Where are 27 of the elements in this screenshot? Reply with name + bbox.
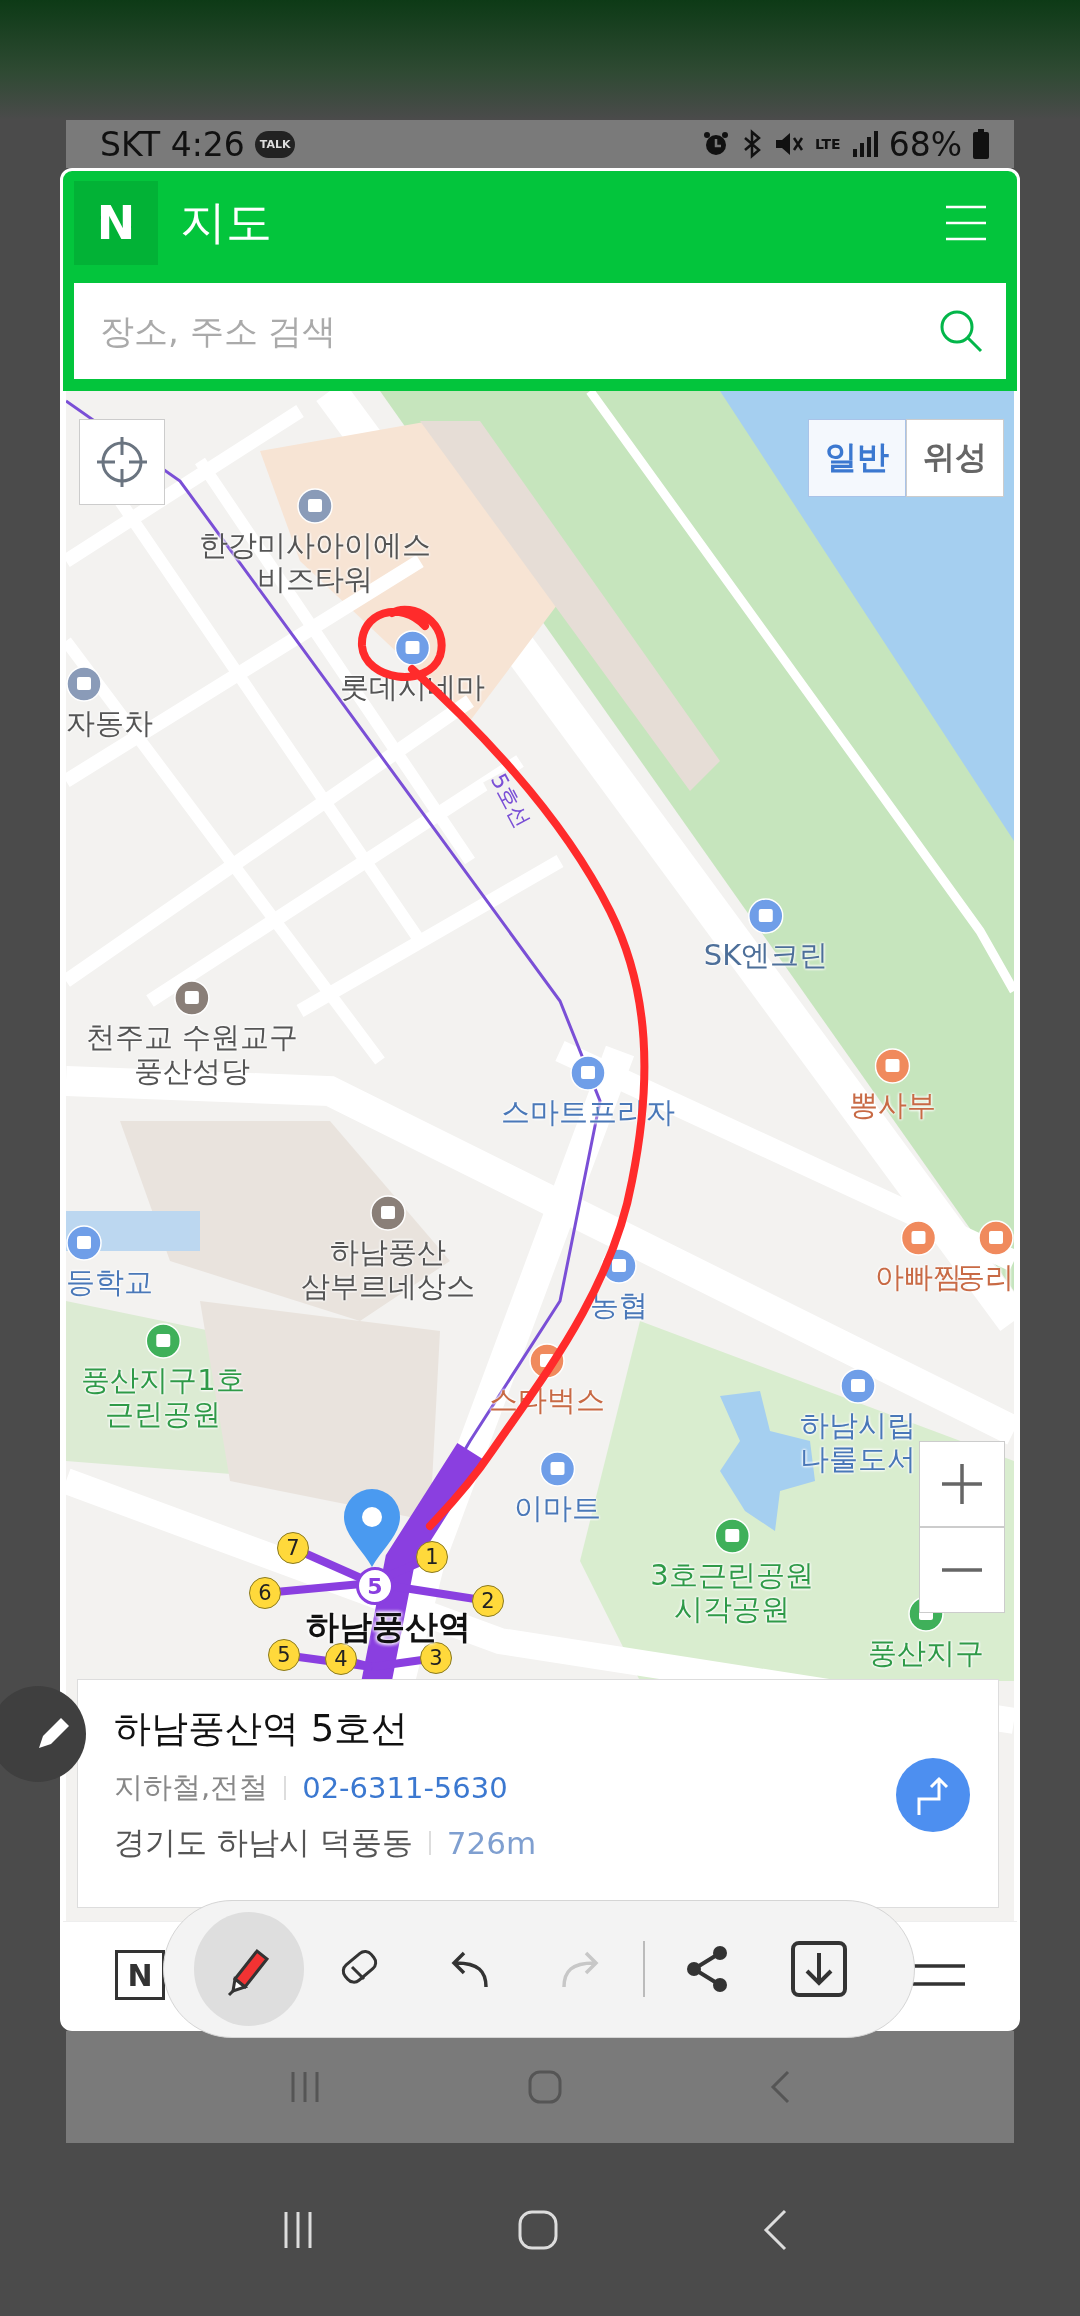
place-distance: 726m (446, 1825, 537, 1861)
place-label: SK엔크린 (703, 938, 829, 972)
place-label: 풍산지구 (868, 1636, 984, 1670)
place-label: 농협 (590, 1288, 648, 1322)
place-label: 하남시립 나룰도서 (800, 1408, 916, 1476)
place-label: 뽕사부 (848, 1088, 936, 1122)
place-label: 풍산지구1호 근린공원 (81, 1363, 245, 1431)
search-field[interactable]: 장소, 주소 검색 (74, 283, 1006, 379)
place-address: 경기도 하남시 덕풍동 (114, 1823, 413, 1862)
map-type-tab[interactable]: 위성 (906, 419, 1004, 497)
phone-link[interactable]: 02-6311-5630 (302, 1771, 508, 1805)
app-title: 지도 (180, 194, 272, 251)
talk-notification-icon: TALK (254, 130, 296, 158)
place-label: 자동차 (66, 706, 153, 740)
place-category: 지하철,전철 (114, 1769, 269, 1806)
place-card[interactable]: 하남풍산역 5호선 지하철,전철 02-6311-5630 경기도 하남시 덕풍동 726m (77, 1679, 999, 1908)
place-title: 하남풍산역 5호선 (114, 1706, 410, 1752)
place-label: 하남풍산 삼부르네상스 (301, 1235, 475, 1303)
status-time: SKT 4:26 (100, 124, 245, 164)
network-type: LTE (814, 136, 841, 152)
place-label: 등학교 (66, 1265, 153, 1299)
battery-percent: 68% (888, 124, 962, 164)
place-label: 3호근린공원 시각공원 (650, 1558, 814, 1626)
place-label: 천주교 수원교구 풍산성당 (85, 1020, 299, 1088)
place-label: 이마트 (513, 1491, 601, 1525)
naver-logo: N (74, 181, 158, 265)
map-type-tab[interactable]: 일반 (808, 419, 906, 497)
